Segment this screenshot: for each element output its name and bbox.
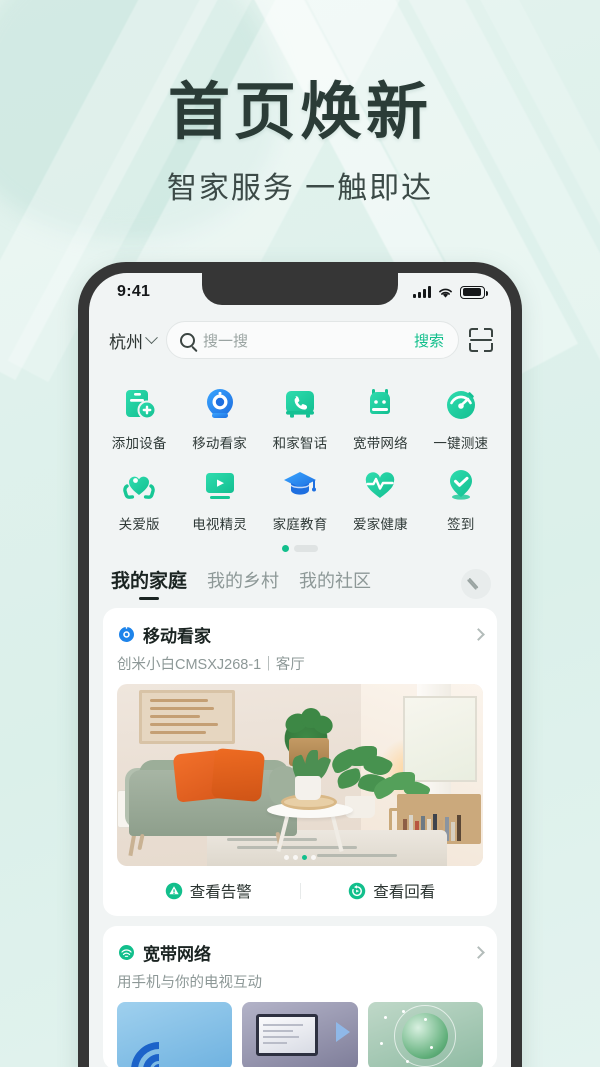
action-label: 查看回看 (373, 884, 436, 901)
grid-item-label: 签到 (447, 517, 475, 532)
tv-play-icon (201, 466, 239, 504)
wifi-icon (439, 288, 452, 298)
pager-dot-active (282, 545, 289, 552)
edit-button[interactable] (461, 569, 491, 599)
card-subtitle: 用手机与你的电视互动 (117, 975, 262, 991)
grid-item-label: 关爱版 (118, 517, 160, 532)
grid-item-care-edition[interactable]: 关爱版 (99, 458, 179, 539)
grid-pager[interactable] (99, 545, 501, 552)
grid-item-label: 移动看家 (192, 436, 248, 451)
router-signal-icon (119, 945, 134, 960)
heart-pulse-icon (361, 466, 399, 504)
speedometer-icon (442, 385, 480, 423)
home-phone-icon (281, 385, 319, 423)
card-subtitle: 创米小白CMSXJ268-1｜客厅 (117, 657, 305, 673)
tab-my-family[interactable]: 我的家庭 (111, 566, 187, 602)
phone-screen: 9:41 杭州 搜一搜 搜索 添加设备 移动看家 和家智话 宽带网络 一键测速 … (89, 273, 511, 1067)
grid-item-label: 一键测速 (433, 436, 489, 451)
router-icon (361, 385, 399, 423)
wifi-thumbnail[interactable] (117, 1002, 233, 1067)
view-alerts-button[interactable]: 查看告警 (117, 880, 300, 902)
grid-item-label: 家庭教育 (272, 517, 328, 532)
search-button[interactable]: 搜索 (414, 330, 444, 351)
hero-subtitle: 智家服务 一触即达 (166, 172, 434, 205)
view-replay-button[interactable]: 查看回看 (301, 880, 484, 902)
chevron-right-icon[interactable] (472, 946, 485, 959)
tab-my-village[interactable]: 我的乡村 (207, 567, 279, 602)
alert-triangle-icon (165, 882, 182, 900)
camera-snapshot[interactable] (117, 684, 483, 866)
grid-row: 关爱版 电视精灵 家庭教育 爱家健康 签到 (99, 458, 501, 539)
signal-bars-icon (413, 286, 431, 298)
grid-item-tv-genie[interactable]: 电视精灵 (179, 458, 259, 539)
phone-mockup: 9:41 杭州 搜一搜 搜索 添加设备 移动看家 和家智话 宽带网络 一键测速 … (78, 262, 522, 1067)
monitor-thumbnail[interactable] (242, 1002, 358, 1067)
chevron-down-icon (145, 330, 158, 344)
action-label: 查看告警 (189, 884, 252, 901)
grid-row: 添加设备 移动看家 和家智话 宽带网络 一键测速 (99, 377, 501, 458)
scan-code-icon[interactable] (469, 328, 493, 352)
replay-icon (348, 882, 366, 900)
graduation-cap-icon (281, 466, 319, 504)
pager-dot (294, 545, 318, 552)
search-input[interactable]: 搜一搜 搜索 (166, 321, 459, 359)
city-selector[interactable]: 杭州 (109, 328, 158, 353)
card-title: 移动看家 (143, 627, 211, 646)
camera-monitor-icon (119, 626, 134, 642)
search-bar: 杭州 搜一搜 搜索 (89, 311, 511, 373)
snapshot-pager[interactable] (284, 855, 316, 860)
card-camera-monitor[interactable]: 移动看家 创米小白CMSXJ268-1｜客厅 查看告警 查看回看 (103, 608, 497, 916)
grid-item-add-device[interactable]: 添加设备 (99, 377, 179, 458)
add-device-icon (120, 385, 158, 423)
hero-copy: 首页焕新 智家服务 一触即达 (0, 0, 600, 204)
quick-action-grid: 添加设备 移动看家 和家智话 宽带网络 一键测速 关爱版 电视精灵 家庭教育 爱… (89, 373, 511, 552)
grid-item-label: 宽带网络 (353, 436, 408, 451)
grid-item-label: 和家智话 (272, 436, 328, 451)
pencil-edit-icon (469, 577, 484, 592)
card-actions: 查看告警 查看回看 (117, 866, 483, 916)
grid-item-label: 添加设备 (111, 436, 167, 451)
heart-hands-icon (120, 466, 158, 504)
card-list: 移动看家 创米小白CMSXJ268-1｜客厅 查看告警 查看回看 宽带网络 用手… (89, 602, 511, 1067)
card-broadband[interactable]: 宽带网络 用手机与你的电视互动 (103, 926, 497, 1067)
card-header: 宽带网络 (117, 940, 485, 965)
grid-item-label: 爱家健康 (353, 517, 408, 532)
grid-item-speedtest[interactable]: 一键测速 (421, 377, 501, 458)
chevron-right-icon[interactable] (472, 628, 485, 641)
globe-network-thumbnail[interactable] (367, 1002, 483, 1067)
hero-title: 首页焕新 (167, 78, 432, 147)
search-placeholder: 搜一搜 (203, 332, 249, 350)
card-title: 宽带网络 (143, 945, 211, 964)
status-clock: 9:41 (117, 283, 151, 300)
grid-item-checkin[interactable]: 签到 (421, 458, 501, 539)
camera-monitor-icon (201, 385, 239, 423)
status-indicators (413, 285, 488, 299)
status-bar: 9:41 (89, 273, 511, 311)
battery-icon (460, 285, 488, 299)
checkin-pin-icon (442, 466, 480, 504)
grid-item-broadband[interactable]: 宽带网络 (340, 377, 420, 458)
section-tabs: 我的家庭 我的乡村 我的社区 (89, 552, 511, 602)
grid-item-camera-monitor[interactable]: 移动看家 (179, 377, 259, 458)
city-label: 杭州 (109, 332, 143, 352)
search-icon (180, 332, 195, 348)
card-thumbnails (117, 1002, 483, 1067)
promo-page: 首页焕新 智家服务 一触即达 9:41 杭州 搜一搜 搜索 添加设备 移动看家 … (0, 0, 600, 1067)
tab-my-community[interactable]: 我的社区 (299, 567, 371, 602)
grid-item-label: 电视精灵 (192, 517, 248, 532)
card-header: 移动看家 (117, 622, 485, 647)
grid-item-family-health[interactable]: 爱家健康 (340, 458, 420, 539)
grid-item-home-phone[interactable]: 和家智话 (260, 377, 340, 458)
grid-item-family-education[interactable]: 家庭教育 (260, 458, 340, 539)
